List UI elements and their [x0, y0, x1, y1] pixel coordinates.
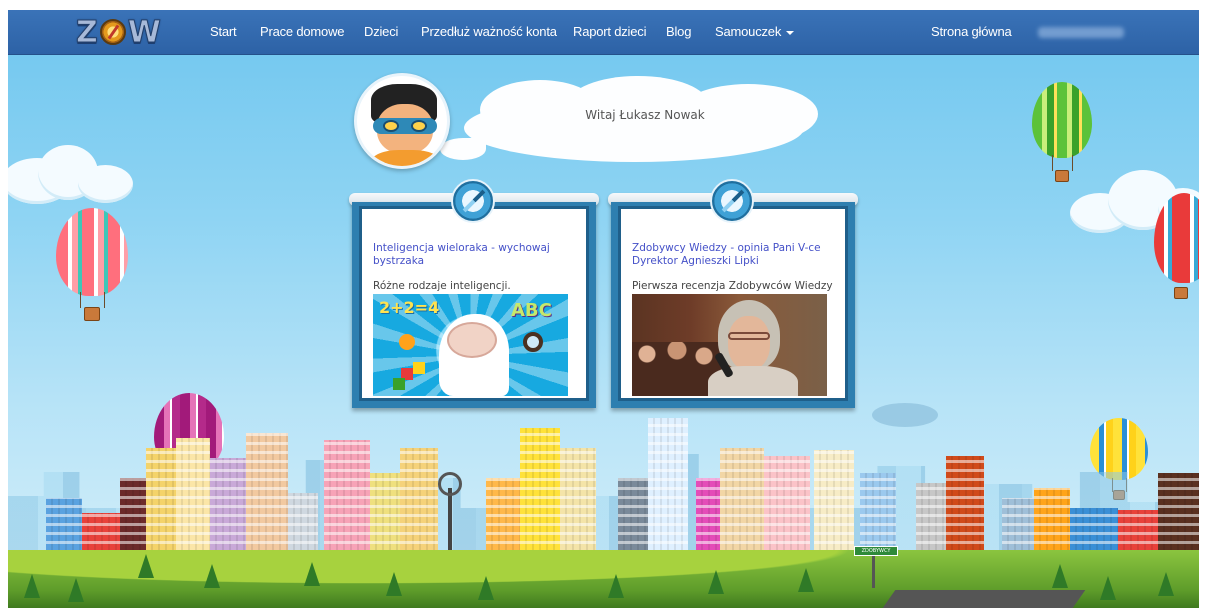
compass-icon — [99, 19, 126, 45]
tree — [478, 576, 494, 600]
speech-bubble-tail — [440, 138, 486, 160]
blog-card[interactable]: Zdobywcy Wiedzy - opinia Pani V-ce Dyrek… — [608, 179, 858, 411]
nav-raport-dzieci[interactable]: Raport dzieci — [573, 24, 646, 39]
card-description: Pierwsza recenzja Zdobywców Wiedzy — [632, 280, 833, 292]
chevron-down-icon — [786, 30, 795, 35]
nav-samouczek-dropdown[interactable]: Samouczek — [715, 24, 795, 39]
user-menu-dropdown[interactable] — [1038, 27, 1124, 38]
logo[interactable]: Z W — [76, 13, 168, 51]
page-frame: ZDOBYWCY WIEDZY Z W Start Prace domowe D… — [8, 10, 1199, 608]
balloon-green-right — [1032, 82, 1092, 188]
tree — [138, 554, 154, 578]
nav-samouczek-label: Samouczek — [715, 24, 782, 39]
tree — [68, 578, 84, 602]
tree — [798, 568, 814, 592]
card-body: Inteligencja wieloraka - wychowaj bystrz… — [352, 202, 596, 408]
card-body: Zdobywcy Wiedzy - opinia Pani V-ce Dyrek… — [611, 202, 855, 408]
card-image-text: ABC — [511, 300, 552, 321]
top-navbar: Z W Start Prace domowe Dzieci Przedłuż w… — [8, 10, 1199, 55]
city-skyline: ZDOBYWCY WIEDZY — [8, 408, 1199, 608]
card-title-link[interactable]: Zdobywcy Wiedzy - opinia Pani V-ce Dyrek… — [632, 242, 842, 268]
cloud-left-3 — [78, 165, 133, 203]
tree — [304, 562, 320, 586]
tree — [708, 570, 724, 594]
windmill-head — [438, 472, 462, 496]
card-description: Różne rodzaje inteligencji. — [373, 280, 511, 292]
card-image[interactable]: 2+2=4 ABC — [373, 294, 568, 396]
card-image-text: 2+2=4 — [379, 298, 440, 317]
nav-blog[interactable]: Blog — [666, 24, 691, 39]
tree — [608, 574, 624, 598]
road — [882, 590, 1086, 608]
sign-post — [872, 552, 875, 588]
nav-strona-glowna[interactable]: Strona główna — [931, 24, 1012, 39]
tree — [1052, 564, 1068, 588]
tree — [1100, 576, 1116, 600]
nav-przedluz-waznosc[interactable]: Przedłuż ważność konta — [421, 24, 557, 39]
nav-dzieci[interactable]: Dzieci — [364, 24, 398, 39]
tree — [1158, 572, 1174, 596]
balloon-red-left — [56, 208, 128, 328]
tree — [24, 574, 40, 598]
balloon-red-right — [1154, 193, 1199, 303]
compass-icon — [451, 179, 495, 223]
tree — [204, 564, 220, 588]
sign: ZDOBYWCY WIEDZY — [854, 546, 898, 556]
card-title-link[interactable]: Inteligencja wieloraka - wychowaj bystrz… — [373, 242, 583, 268]
compass-icon — [710, 179, 754, 223]
logo-letter-w: W — [127, 14, 161, 50]
tree — [386, 572, 402, 596]
nav-start[interactable]: Start — [210, 24, 237, 39]
greeting-text: Witaj Łukasz Nowak — [585, 108, 705, 122]
logo-letter-z: Z — [76, 14, 99, 50]
card-image[interactable] — [632, 294, 827, 396]
blog-card[interactable]: Inteligencja wieloraka - wychowaj bystrz… — [349, 179, 599, 411]
avatar — [354, 73, 450, 169]
nav-prace-domowe[interactable]: Prace domowe — [260, 24, 345, 39]
